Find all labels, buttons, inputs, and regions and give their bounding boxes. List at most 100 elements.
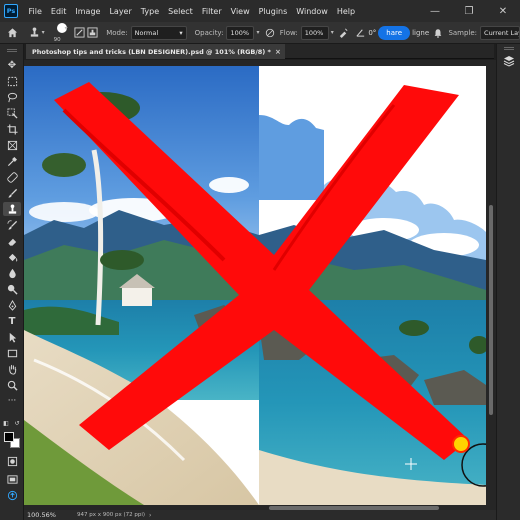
menu-file[interactable]: File [24,7,46,16]
share-label: hare [386,28,403,37]
brush-tool-icon[interactable] [3,186,21,200]
pressure-opacity-icon[interactable] [263,26,275,40]
brush-chevron-icon: ▾ [64,24,68,32]
opacity-group: Opacity: 100% ▾ [194,25,259,40]
opacity-label: Opacity: [194,28,224,37]
bell-icon[interactable] [432,26,444,40]
healing-brush-tool-icon[interactable] [3,170,21,184]
menu-layer[interactable]: Layer [105,7,136,16]
more-tools-icon[interactable]: ··· [3,394,21,408]
airbrush-icon[interactable] [338,26,350,40]
zoom-level-field[interactable]: 100.56% [27,511,63,519]
toolbar-grip[interactable] [7,49,17,52]
menu-bar: Ps File Edit Image Layer Type Select Fil… [0,0,520,22]
color-swatches[interactable] [4,432,20,448]
menu-filter[interactable]: Filter [197,7,226,16]
lasso-tool-icon[interactable] [3,90,21,104]
close-tab-icon[interactable]: × [275,48,281,56]
photoshop-logo[interactable]: Ps [4,4,18,18]
panel-grip[interactable] [504,47,514,50]
move-tool-icon[interactable]: ✥ [3,58,21,72]
window-controls: — ❐ ✕ [418,0,520,22]
eyedropper-tool-icon[interactable] [3,154,21,168]
document-tab-strip: Photoshop tips and tricks (LBN DESIGNER)… [26,44,494,59]
menu-window[interactable]: Window [292,7,333,16]
flow-group: Flow: 100% ▾ [279,25,334,40]
aligned-label[interactable]: ligne [412,29,429,37]
path-selection-tool-icon[interactable] [3,330,21,344]
status-bar: 100.56% 947 px x 900 px (72 ppi) › [24,510,496,520]
chevron-down-icon: ▾ [179,28,183,37]
menu-image[interactable]: Image [71,7,105,16]
type-tool-icon[interactable]: T [3,314,21,328]
flow-chevron-icon[interactable]: ▾ [331,29,334,36]
flow-value: 100% [304,28,324,37]
angle-icon[interactable] [354,26,366,40]
eraser-tool-icon[interactable] [3,234,21,248]
opacity-value: 100% [230,28,250,37]
document-tab-title: Photoshop tips and tricks (LBN DESIGNER)… [32,47,271,56]
menu-help[interactable]: Help [332,7,359,16]
menu-plugins[interactable]: Plugins [254,7,292,16]
clone-source-icon[interactable] [86,26,98,40]
pen-tool-icon[interactable] [3,298,21,312]
frame-tool-icon[interactable] [3,138,21,152]
sample-group: Sample: Current Laye [448,25,520,40]
dodge-tool-icon[interactable] [3,282,21,296]
blur-tool-icon[interactable] [3,266,21,280]
brush-preset-picker[interactable]: 90 ▾ [53,22,68,43]
object-selection-tool-icon[interactable] [3,106,21,120]
angle-value[interactable]: 0° [368,29,376,37]
layers-panel-icon[interactable] [502,54,516,68]
close-window-button[interactable]: ✕ [486,0,520,22]
rectangle-tool-icon[interactable] [3,346,21,360]
swap-colors-icon[interactable]: ↺ [13,416,21,430]
screen-mode-icon[interactable] [3,472,21,486]
opacity-chevron-icon[interactable]: ▾ [256,29,259,36]
mode-label: Mode: [106,28,128,37]
canvas-area[interactable] [24,60,486,505]
document-tab[interactable]: Photoshop tips and tricks (LBN DESIGNER)… [26,44,285,59]
mode-group: Mode: Normal ▾ [106,25,187,40]
opacity-field[interactable]: 100% [226,25,255,40]
tools-panel: ✥ T ··· ◧ ↺ [0,44,24,520]
document-info: 947 px x 900 px (72 ppi) [77,512,146,518]
status-menu-arrow[interactable]: › [149,512,151,519]
minimize-button[interactable]: — [418,0,452,22]
paint-bucket-tool-icon[interactable] [3,250,21,264]
right-panel-dock [496,44,520,520]
vertical-scrollbar[interactable] [486,60,496,505]
menu-type[interactable]: Type [136,7,163,16]
brush-settings-icon[interactable] [74,26,86,40]
clone-stamp-tool-preset-icon[interactable] [28,26,40,40]
menu-select[interactable]: Select [164,7,198,16]
zoom-tool-icon[interactable] [3,378,21,392]
share-document-icon[interactable] [3,488,21,502]
mode-select[interactable]: Normal ▾ [130,25,187,40]
share-button[interactable]: hare [378,25,411,40]
document-canvas[interactable] [24,60,486,505]
flow-label: Flow: [279,28,298,37]
clone-stamp-tool-icon[interactable] [3,202,21,216]
flow-field[interactable]: 100% [300,25,329,40]
sample-select[interactable]: Current Laye [480,25,520,40]
vertical-scroll-thumb[interactable] [489,205,493,415]
history-brush-tool-icon[interactable] [3,218,21,232]
menu-edit[interactable]: Edit [46,7,71,16]
preset-chevron-icon[interactable]: ▾ [42,29,45,36]
sample-value: Current Laye [484,28,519,37]
home-icon[interactable] [6,26,18,40]
quick-mask-icon[interactable] [3,454,21,468]
photoshop-window: Ps File Edit Image Layer Type Select Fil… [0,0,520,520]
options-bar: ▾ 90 ▾ Mode: Normal ▾ Opacity: 100% ▾ Fl… [0,22,520,44]
crop-tool-icon[interactable] [3,122,21,136]
default-colors-icon[interactable]: ◧ [2,416,10,430]
marquee-tool-icon[interactable] [3,74,21,88]
menu-view[interactable]: View [226,7,254,16]
foreground-color-swatch[interactable] [4,432,14,442]
sample-label: Sample: [448,28,478,37]
hand-tool-icon[interactable] [3,362,21,376]
maximize-button[interactable]: ❐ [452,0,486,22]
mode-value: Normal [134,28,159,37]
brush-size-value: 90 [53,36,61,43]
